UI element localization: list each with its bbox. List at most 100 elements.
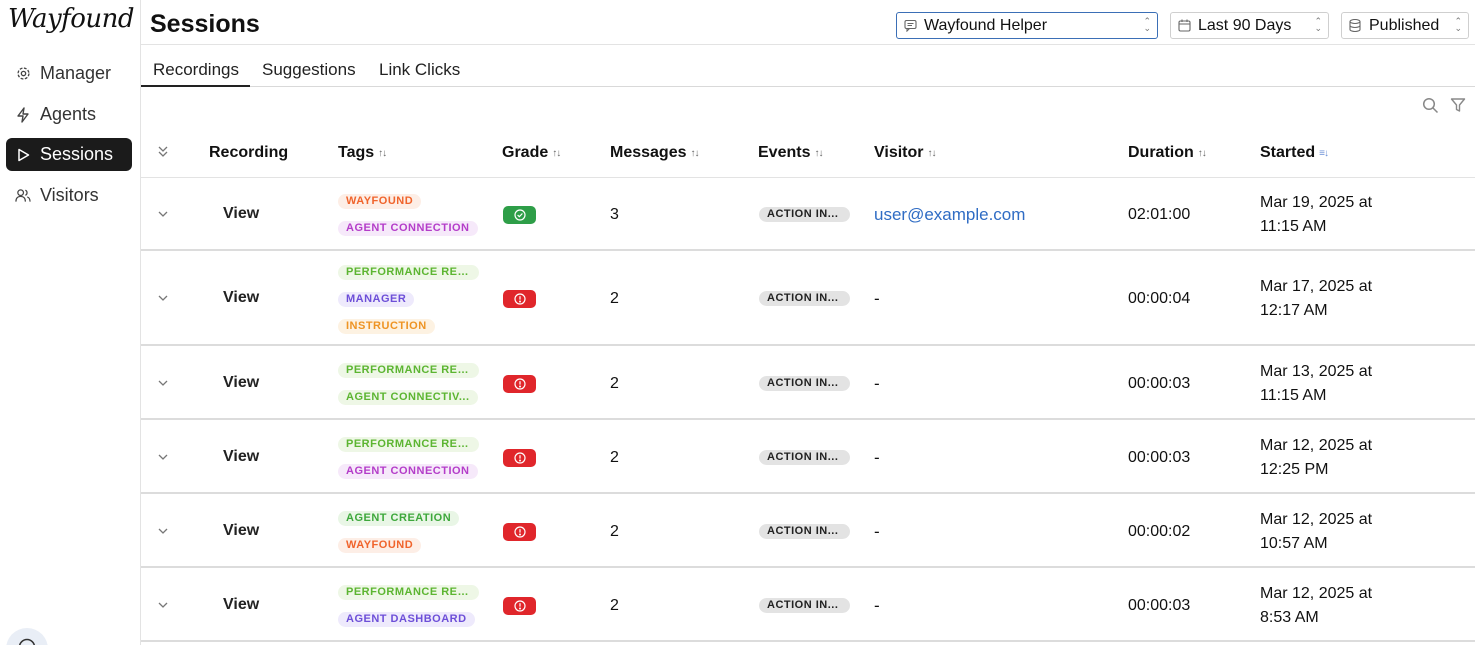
- select-arrows-icon: ⌃ ⌄: [1454, 16, 1462, 33]
- wayfound-logo[interactable]: Wayfound: [8, 4, 135, 34]
- event-badge[interactable]: ACTION IN...: [759, 449, 850, 465]
- play-icon: [15, 147, 31, 163]
- tag-badge[interactable]: WAYFOUND: [338, 194, 422, 209]
- sort-icon[interactable]: ↑↓: [552, 148, 561, 159]
- messages-count: 2: [610, 448, 619, 466]
- messages-count: 2: [610, 290, 619, 307]
- sort-icon[interactable]: ↑↓: [1198, 148, 1207, 159]
- column-header-duration[interactable]: Duration ↑↓: [1128, 144, 1207, 162]
- column-header-started[interactable]: Started ≡↓: [1260, 144, 1329, 162]
- select-arrows-icon: ⌃ ⌄: [1314, 16, 1322, 33]
- grade-fail-badge: [503, 374, 536, 393]
- status-select[interactable]: Published ⌃ ⌄: [1341, 12, 1469, 39]
- help-button[interactable]: [6, 628, 48, 645]
- tag-badge[interactable]: AGENT CREATION: [338, 510, 460, 526]
- tab-recordings[interactable]: Recordings: [153, 60, 239, 80]
- messages-count: 3: [610, 206, 619, 223]
- tag-badge[interactable]: PERFORMANCE REV...: [338, 584, 479, 600]
- database-icon: [1349, 18, 1363, 33]
- duration-value: 00:00:02: [1128, 522, 1191, 540]
- view-recording-link[interactable]: View: [223, 205, 259, 223]
- expand-row-icon[interactable]: [157, 450, 169, 468]
- date-range-select[interactable]: Last 90 Days ⌃ ⌄: [1170, 12, 1329, 39]
- sort-desc-icon[interactable]: ≡↓: [1319, 148, 1329, 159]
- column-header-grade[interactable]: Grade ↑↓: [502, 144, 561, 162]
- started-value: Mar 19, 2025 at 11:15 AM: [1260, 194, 1373, 235]
- sidebar-item-label: Agents: [40, 104, 97, 124]
- column-header-events[interactable]: Events ↑↓: [758, 144, 823, 162]
- tag-badge[interactable]: AGENT DASHBOARD: [338, 611, 475, 627]
- column-header-visitor[interactable]: Visitor ↑↓: [874, 144, 937, 162]
- view-recording-link[interactable]: View: [223, 448, 259, 466]
- view-recording-link[interactable]: View: [223, 374, 259, 392]
- alert-circle-icon: [513, 293, 526, 305]
- tag-badge[interactable]: INSTRUCTION: [338, 318, 435, 334]
- tag-badge[interactable]: PERFORMANCE REV...: [338, 436, 479, 452]
- sidebar-item-visitors[interactable]: Visitors: [6, 179, 132, 212]
- view-recording-link[interactable]: View: [223, 596, 259, 614]
- expand-row-icon[interactable]: [157, 291, 169, 309]
- expand-row-icon[interactable]: [157, 524, 169, 542]
- header-divider: [141, 44, 1475, 45]
- visitor-value: -: [874, 289, 880, 308]
- view-recording-link[interactable]: View: [223, 522, 259, 540]
- sidebar-item-sessions[interactable]: Sessions: [6, 138, 132, 171]
- tag-badge[interactable]: AGENT CONNECTION: [338, 221, 478, 236]
- tag-badge[interactable]: MANAGER: [338, 291, 415, 307]
- table-row[interactable]: View PERFORMANCE REV... AGENT CONNECTION 2…: [141, 421, 1475, 494]
- tag-badge[interactable]: AGENT CONNECTION: [338, 463, 478, 479]
- active-tab-indicator: [141, 85, 250, 87]
- event-badge[interactable]: ACTION IN...: [759, 291, 850, 306]
- filter-icon[interactable]: [1450, 97, 1468, 115]
- chat-icon: [904, 19, 918, 33]
- table-row[interactable]: View PERFORMANCE REV... MANAGER INSTRUCTION…: [141, 252, 1475, 346]
- expand-row-icon[interactable]: [157, 376, 169, 394]
- tab-bar: Recordings Suggestions Link Clicks: [141, 52, 1475, 87]
- tab-suggestions[interactable]: Suggestions: [262, 60, 356, 80]
- bolt-icon: [15, 106, 31, 123]
- duration-value: 02:01:00: [1128, 206, 1191, 223]
- status-select-value: Published: [1369, 16, 1440, 34]
- table-row[interactable]: View AGENT CREATION WAYFOUND 2 ACTION IN...…: [141, 495, 1475, 568]
- search-icon[interactable]: [1422, 97, 1440, 115]
- grade-fail-badge: [503, 290, 536, 308]
- sort-icon[interactable]: ↑↓: [928, 148, 937, 159]
- sort-icon[interactable]: ↑↓: [691, 148, 700, 159]
- sort-icon[interactable]: ↑↓: [378, 148, 387, 159]
- agent-select-value: Wayfound Helper: [924, 16, 1048, 34]
- event-badge[interactable]: ACTION IN...: [759, 207, 850, 222]
- messages-count: 2: [610, 596, 619, 614]
- expand-row-icon[interactable]: [157, 207, 169, 225]
- event-badge[interactable]: ACTION IN...: [759, 597, 850, 613]
- sidebar-item-agents[interactable]: Agents: [6, 98, 132, 131]
- calendar-icon: [1178, 19, 1192, 33]
- table-row[interactable]: View PERFORMANCE REV... AGENT CONNECTIV...…: [141, 347, 1475, 420]
- tab-link-clicks[interactable]: Link Clicks: [379, 60, 460, 80]
- table-row[interactable]: View PERFORMANCE REV... AGENT DASHBOARD 2 A…: [141, 569, 1475, 642]
- table-header: Recording Tags ↑↓ Grade ↑↓ Messages ↑↓ Even…: [141, 135, 1475, 178]
- table-row[interactable]: View WAYFOUND AGENT CONNECTION 3 ACTION IN.…: [141, 179, 1475, 251]
- grade-fail-badge: [503, 522, 536, 541]
- visitor-value: -: [874, 373, 880, 393]
- column-header-messages[interactable]: Messages ↑↓: [610, 144, 700, 162]
- visitor-value[interactable]: user@example.com: [874, 205, 1025, 225]
- column-header-tags[interactable]: Tags ↑↓: [338, 144, 387, 162]
- tag-badge[interactable]: AGENT CONNECTIV...: [338, 389, 478, 405]
- tag-badge[interactable]: PERFORMANCE REV...: [338, 264, 479, 280]
- page-title: Sessions: [150, 10, 260, 38]
- sidebar-item-label: Sessions: [40, 144, 114, 164]
- sidebar-item-label: Visitors: [40, 185, 99, 205]
- event-badge[interactable]: ACTION IN...: [759, 523, 850, 539]
- agent-select[interactable]: Wayfound Helper ⌃ ⌄: [896, 12, 1158, 39]
- sidebar-item-label: Manager: [40, 63, 112, 83]
- event-badge[interactable]: ACTION IN...: [759, 375, 850, 391]
- duration-value: 00:00:03: [1128, 448, 1191, 466]
- expand-row-icon[interactable]: [157, 598, 169, 616]
- expand-all-icon[interactable]: [157, 145, 169, 164]
- tag-badge[interactable]: PERFORMANCE REV...: [338, 362, 479, 378]
- sort-icon[interactable]: ↑↓: [814, 148, 823, 159]
- tag-badge[interactable]: WAYFOUND: [338, 537, 422, 553]
- sidebar-item-manager[interactable]: Manager: [6, 57, 132, 90]
- view-recording-link[interactable]: View: [223, 289, 259, 307]
- started-value: Mar 17, 2025 at 12:17 AM: [1260, 278, 1373, 319]
